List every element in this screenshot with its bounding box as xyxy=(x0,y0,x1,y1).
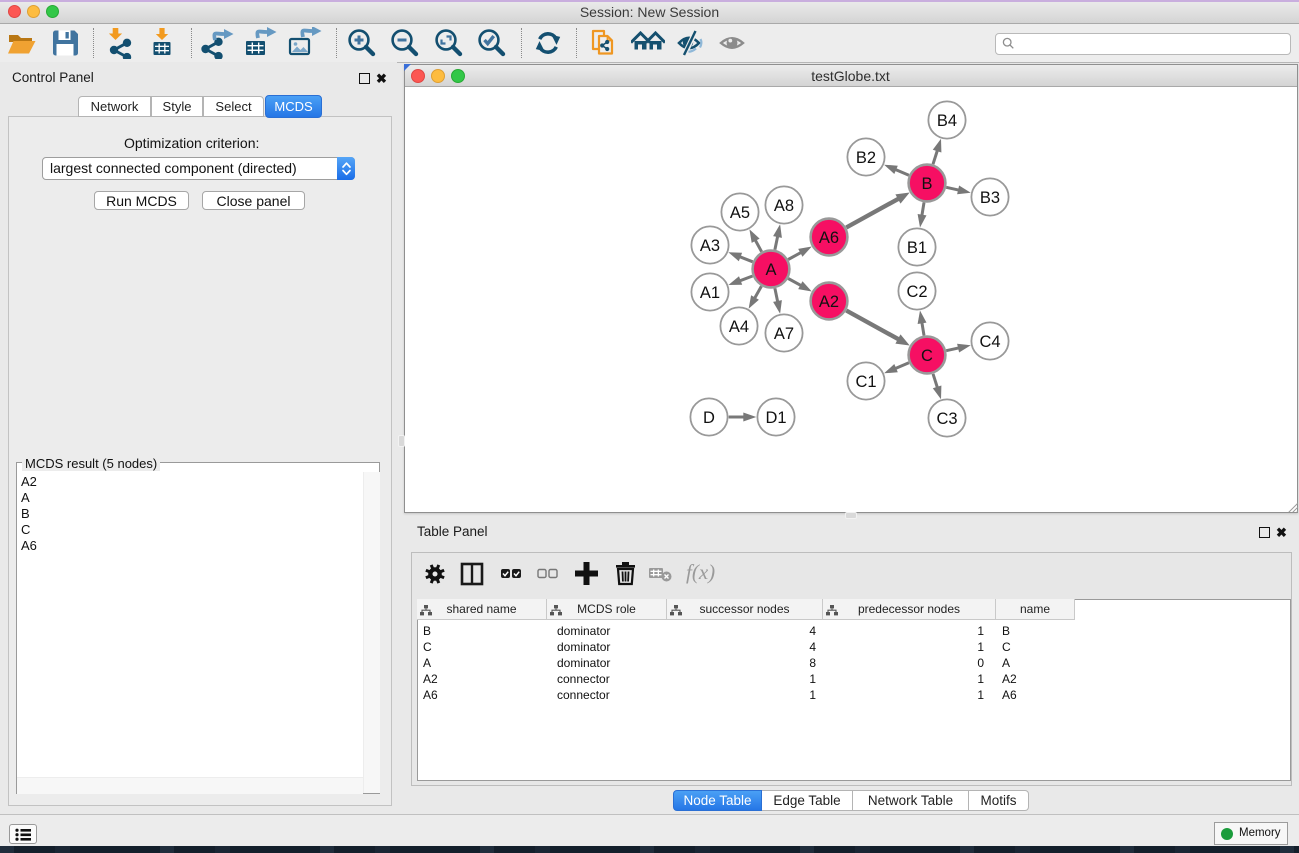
svg-text:C3: C3 xyxy=(936,410,957,428)
svg-text:C2: C2 xyxy=(906,283,927,301)
svg-text:D1: D1 xyxy=(765,409,786,427)
svg-text:A5: A5 xyxy=(730,204,750,222)
svg-text:A2: A2 xyxy=(819,293,839,311)
svg-text:A3: A3 xyxy=(700,237,720,255)
svg-text:B4: B4 xyxy=(937,112,957,130)
svg-text:D: D xyxy=(703,409,715,427)
svg-text:C4: C4 xyxy=(979,333,1000,351)
svg-text:C: C xyxy=(921,347,933,365)
svg-text:B1: B1 xyxy=(907,239,927,257)
svg-text:A: A xyxy=(765,261,776,279)
svg-text:B2: B2 xyxy=(856,149,876,167)
svg-text:A4: A4 xyxy=(729,318,749,336)
svg-text:B3: B3 xyxy=(980,189,1000,207)
svg-text:A6: A6 xyxy=(819,229,839,247)
svg-text:A1: A1 xyxy=(700,284,720,302)
svg-text:B: B xyxy=(921,175,932,193)
svg-text:A7: A7 xyxy=(774,325,794,343)
svg-text:C1: C1 xyxy=(855,373,876,391)
svg-text:A8: A8 xyxy=(774,197,794,215)
